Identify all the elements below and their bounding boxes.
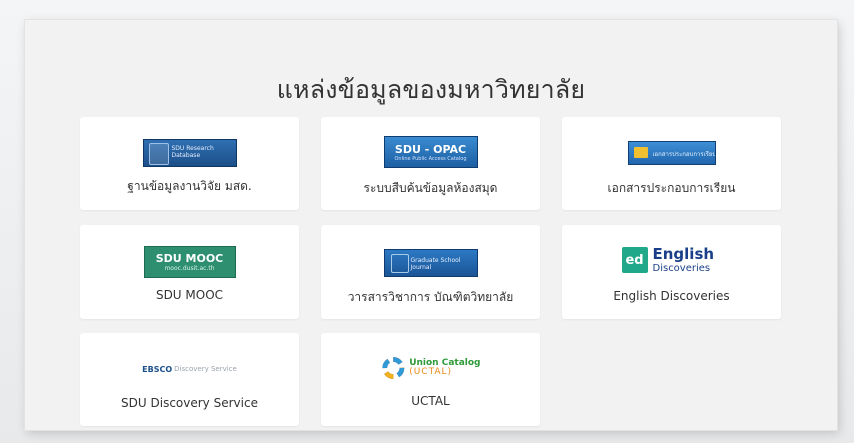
university-resources-section: แหล่งข้อมูลของมหาวิทยาลัย SDU Research Da… xyxy=(25,20,837,430)
card-label: English Discoveries xyxy=(613,289,730,303)
card-label: SDU MOOC xyxy=(155,288,224,302)
card-label: ฐานข้อมูลงานวิจัย มสด. xyxy=(127,179,252,193)
journal-logo: Graduate School Journal xyxy=(383,249,478,277)
card-label: ระบบสืบค้นข้อมูลห้องสมุด xyxy=(363,181,498,195)
section-title: แหล่งข้อมูลของมหาวิทยาลัย xyxy=(276,75,586,104)
card-english-discoveries[interactable]: ed English Discoveries English Discoveri… xyxy=(562,225,781,319)
sdu-mooc-logo: SDU MOOC mooc.dusit.ac.th xyxy=(143,246,236,278)
card-library-opac[interactable]: SDU - OPAC Online Public Access Catalog … xyxy=(321,117,540,210)
library-catalog-logo: SDU - OPAC Online Public Access Catalog xyxy=(383,136,478,168)
card-sdu-mooc[interactable]: SDU MOOC mooc.dusit.ac.th SDU MOOC xyxy=(80,225,299,319)
page-background: แหล่งข้อมูลของมหาวิทยาลัย SDU Research Da… xyxy=(0,0,854,443)
research-database-logo: SDU Research Database xyxy=(142,139,237,167)
card-uctal[interactable]: Union Catalog (UCTAL) UCTAL xyxy=(321,333,540,426)
card-label: วารสารวิชาการ บัณฑิตวิทยาลัย xyxy=(347,290,514,304)
card-label: UCTAL xyxy=(411,394,450,408)
card-graduate-journal[interactable]: Graduate School Journal วารสารวิชาการ บัณ… xyxy=(321,225,540,319)
english-discoveries-logo: ed English Discoveries xyxy=(621,243,722,277)
card-course-materials[interactable]: เอกสารประกอบการเรียน เอกสารประกอบการเรีย… xyxy=(562,117,781,210)
card-sdu-discovery-service[interactable]: EBSCO Discovery Service SDU Discovery Se… xyxy=(80,333,299,426)
card-research-database[interactable]: SDU Research Database ฐานข้อมูลงานวิจัย ม… xyxy=(80,117,299,210)
ebsco-logo: EBSCO Discovery Service xyxy=(142,364,237,374)
card-label: SDU Discovery Service xyxy=(121,396,258,410)
card-label: เอกสารประกอบการเรียน xyxy=(607,181,736,195)
uctal-ring-icon xyxy=(381,357,404,379)
course-material-logo: เอกสารประกอบการเรียน xyxy=(627,141,716,165)
ed-badge-icon: ed xyxy=(621,247,648,273)
union-catalog-logo: Union Catalog (UCTAL) xyxy=(381,353,481,383)
